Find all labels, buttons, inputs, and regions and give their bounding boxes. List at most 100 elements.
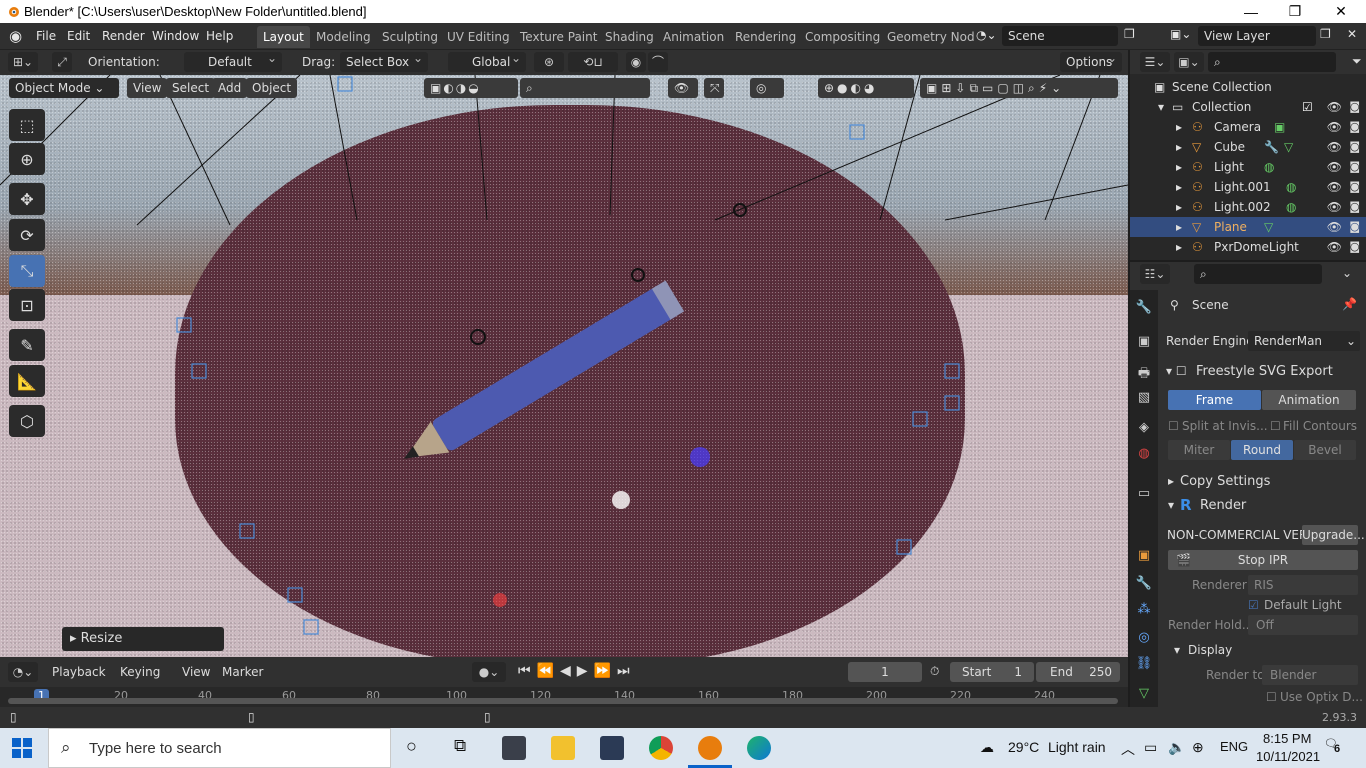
output-tab-icon[interactable]: 🖶 <box>1134 364 1154 384</box>
timeline-ruler[interactable]: 1 20 40 60 80 100 120 140 160 180 200 22… <box>0 687 1128 707</box>
language-indicator[interactable]: ENG <box>1220 739 1248 754</box>
select-menu[interactable]: Select <box>166 78 216 98</box>
edge-icon[interactable] <box>747 736 771 760</box>
properties-editor-type-icon[interactable]: ☷⌄ <box>1140 264 1170 284</box>
view-layer-tab-icon[interactable]: ▧ <box>1134 390 1154 410</box>
camera-render-icon[interactable]: ◙ <box>1349 160 1360 173</box>
display-panel[interactable]: Display <box>1188 643 1232 657</box>
outliner-collection[interactable]: ▾ ▭ Collection ☑ 👁 ◙ <box>1130 97 1366 117</box>
eye-icon[interactable]: 👁 <box>1327 120 1342 134</box>
taskbar-search-box[interactable]: ⌕ Type here to search <box>48 728 391 768</box>
falloff-icon[interactable]: ⌒ <box>648 52 668 72</box>
camera-render-icon[interactable]: ◙ <box>1349 220 1360 233</box>
snap-icon[interactable]: ⟲⊔ <box>568 52 618 72</box>
modifier-tab-icon[interactable]: 🔧 <box>1134 576 1154 596</box>
drag-dropdown[interactable]: Select Box <box>340 51 428 72</box>
notification-center[interactable]: 🗨 6 <box>1324 737 1346 757</box>
add-cube-tool-icon[interactable]: ⬡ <box>9 405 45 437</box>
scene-selector-icon[interactable]: ◔⌄ <box>976 28 997 42</box>
volume-icon[interactable]: 🔈 <box>1168 739 1185 756</box>
overlay-icon[interactable]: ◎ <box>750 78 784 98</box>
outliner-search-input[interactable]: ⌕ <box>1208 52 1336 72</box>
menu-window[interactable]: Window <box>152 29 199 43</box>
constraints-tab-icon[interactable]: ⛓ <box>1134 656 1154 676</box>
task-view-icon[interactable]: ⧉ <box>454 736 466 756</box>
timeline-editor-type-icon[interactable]: ◔⌄ <box>8 662 38 682</box>
pivot-point-icon[interactable]: ⊛ <box>534 52 564 72</box>
renderer-dropdown[interactable]: RIS <box>1248 575 1358 595</box>
tool-settings-icon[interactable]: ⤢ <box>52 52 72 72</box>
expand-icon[interactable]: ▸ <box>1176 120 1182 134</box>
tab-rendering[interactable]: Rendering <box>729 26 802 48</box>
view-layer-icon[interactable]: ▣⌄ <box>1170 27 1191 41</box>
default-light-checkbox[interactable]: ☑ <box>1248 598 1259 612</box>
playback-menu[interactable]: Playback <box>52 665 106 679</box>
cortana-icon[interactable]: ○ <box>406 736 417 757</box>
gizmo-icon[interactable]: ⤧ <box>704 78 724 98</box>
outliner-item-light-001[interactable]: ▸ ⚇ Light.001 ◍ 👁 ◙ <box>1130 177 1366 197</box>
tab-uv-editing[interactable]: UV Editing <box>441 26 516 48</box>
camera-render-icon[interactable]: ◙ <box>1349 120 1360 133</box>
camera-render-icon[interactable]: ◙ <box>1349 200 1360 213</box>
menu-render[interactable]: Render <box>102 29 145 43</box>
start-frame-field[interactable]: Start 1 <box>950 662 1034 682</box>
render-to-dropdown[interactable]: Blender <box>1262 665 1358 685</box>
outliner-item-cube[interactable]: ▸ ▽ Cube 🔧 ▽ 👁 ◙ <box>1130 137 1366 157</box>
keying-menu[interactable]: Keying <box>120 665 160 679</box>
eye-icon[interactable]: 👁 <box>1327 140 1342 154</box>
outliner-item-light[interactable]: ▸ ⚇ Light ◍ 👁 ◙ <box>1130 157 1366 177</box>
eye-icon[interactable]: 👁 <box>1327 240 1342 254</box>
clock-date[interactable]: 10/11/2021 <box>1256 749 1320 764</box>
scale-tool-icon[interactable]: ⤡ <box>9 255 45 287</box>
copy-settings-panel[interactable]: Copy Settings <box>1180 474 1270 489</box>
network-icon[interactable]: ⊕ <box>1192 739 1204 756</box>
round-button[interactable]: Round <box>1231 440 1293 460</box>
chrome-icon[interactable] <box>649 736 673 760</box>
camera-render-icon[interactable]: ◙ <box>1349 240 1360 253</box>
animation-button[interactable]: Animation <box>1262 390 1356 410</box>
menu-edit[interactable]: Edit <box>67 29 90 43</box>
visibility-icon[interactable]: 👁 <box>668 78 698 98</box>
exclude-checkbox[interactable]: ☑ <box>1302 100 1313 114</box>
object-tab-icon[interactable]: ▣ <box>1134 548 1154 568</box>
tab-sculpting[interactable]: Sculpting <box>376 26 444 48</box>
shading-mode-icons[interactable]: ⊕●◐◕ <box>818 78 914 98</box>
store-icon[interactable] <box>600 736 624 760</box>
render-panel-collapse-icon[interactable]: ▾ <box>1168 498 1174 512</box>
annotate-tool-icon[interactable]: ✎ <box>9 329 45 361</box>
camera-render-icon[interactable]: ◙ <box>1349 180 1360 193</box>
new-scene-icon[interactable]: ❐ <box>1124 27 1135 41</box>
render-hold-dropdown[interactable]: Off <box>1248 615 1358 635</box>
cursor-tool-icon[interactable]: ⊕ <box>9 143 45 175</box>
hidden-icons-chevron-icon[interactable]: ︿ <box>1121 739 1135 759</box>
last-operator-panel[interactable]: ▸ Resize <box>62 627 224 651</box>
options-dropdown[interactable]: Options <box>1060 51 1122 72</box>
expand-icon[interactable]: ▸ <box>1176 160 1182 174</box>
minimize-button[interactable]: — <box>1228 0 1274 23</box>
properties-search-input[interactable]: ⌕ <box>1194 264 1322 284</box>
data-tab-icon[interactable]: ▽ <box>1134 686 1154 706</box>
eye-icon[interactable]: 👁 <box>1327 220 1342 234</box>
eye-icon[interactable]: 👁 <box>1327 160 1342 174</box>
windows-start-icon[interactable] <box>12 738 32 758</box>
eye-icon[interactable]: 👁 <box>1327 100 1342 114</box>
blender-logo-icon[interactable]: ◉ <box>9 27 22 45</box>
marker-menu[interactable]: Marker <box>222 665 263 679</box>
blender-taskbar-icon[interactable] <box>698 736 722 760</box>
preview-range-icon[interactable]: ⏱ <box>930 664 939 679</box>
expand-icon[interactable]: ▸ <box>1176 220 1182 234</box>
battery-icon[interactable]: ▭ <box>1144 739 1157 756</box>
pin-icon[interactable]: 📌 <box>1342 297 1357 311</box>
eye-icon[interactable]: 👁 <box>1327 180 1342 194</box>
mail-icon[interactable] <box>502 736 526 760</box>
frame-button[interactable]: Frame <box>1168 390 1261 410</box>
collection-tab-icon[interactable]: ▭ <box>1134 486 1154 506</box>
outliner-item-plane[interactable]: ▸ ▽ Plane ▽ 👁 ◙ <box>1130 217 1366 237</box>
eye-icon[interactable]: 👁 <box>1327 200 1342 214</box>
weather-text[interactable]: Light rain <box>1048 739 1106 755</box>
render-engine-dropdown[interactable]: RenderMan ⌄ <box>1248 331 1360 351</box>
copy-settings-expand-icon[interactable]: ▸ <box>1168 474 1174 488</box>
timeline-scrollbar[interactable] <box>8 698 1118 704</box>
scene-name-field[interactable]: Scene <box>1002 26 1118 46</box>
new-view-layer-icon[interactable]: ❐ <box>1320 27 1331 41</box>
